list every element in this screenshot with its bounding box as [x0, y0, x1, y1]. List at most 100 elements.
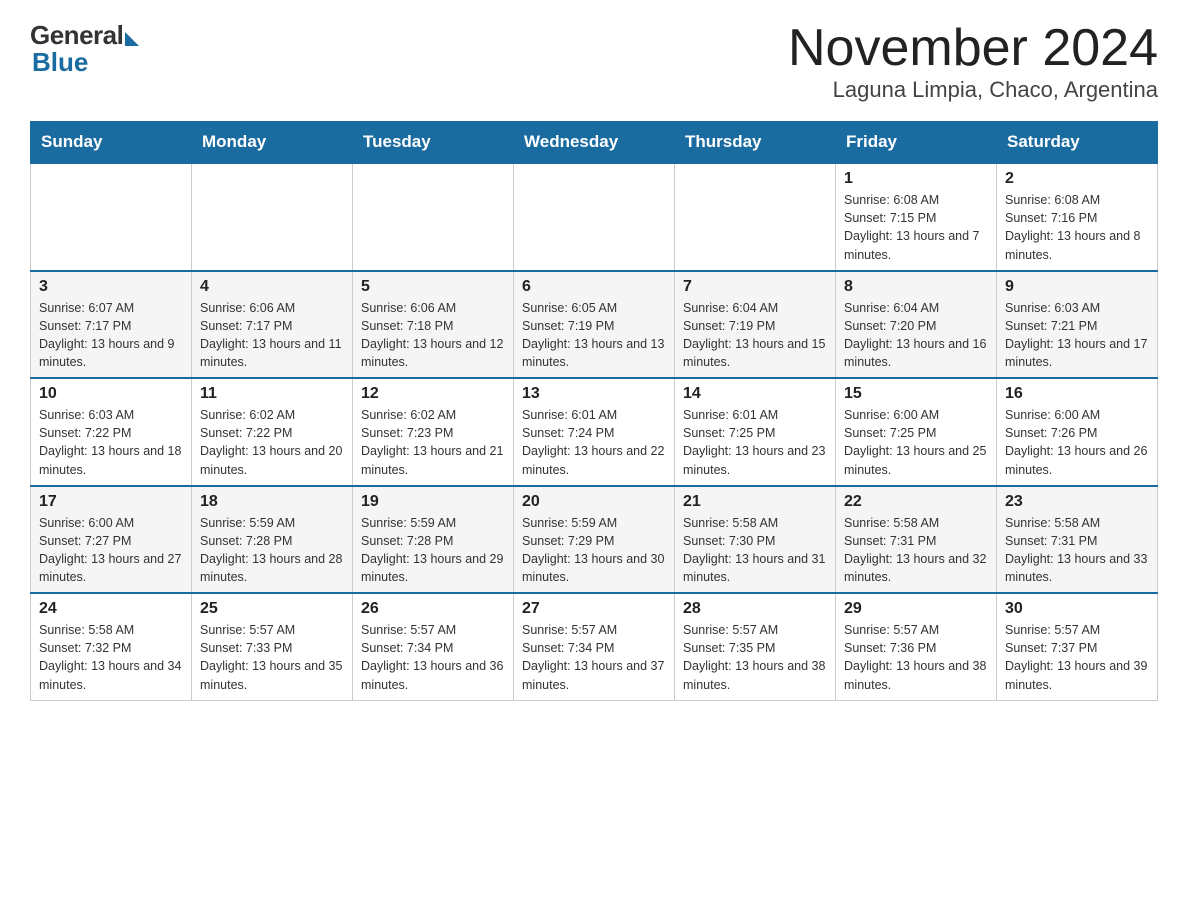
day-number: 9	[1005, 278, 1149, 296]
day-number: 26	[361, 600, 505, 618]
calendar-cell: 24Sunrise: 5:58 AM Sunset: 7:32 PM Dayli…	[31, 593, 192, 700]
day-number: 5	[361, 278, 505, 296]
day-info: Sunrise: 6:00 AM Sunset: 7:26 PM Dayligh…	[1005, 406, 1149, 479]
calendar-cell	[192, 163, 353, 271]
day-number: 7	[683, 278, 827, 296]
calendar-cell: 25 Sunrise: 5:57 AM Sunset: 7:33 PM Dayli…	[192, 593, 353, 700]
week-row-2: 3 Sunrise: 6:07 AM Sunset: 7:17 PM Daylig…	[31, 271, 1158, 379]
calendar-cell: 15 Sunrise: 6:00 AM Sunset: 7:25 PM Dayli…	[836, 378, 997, 486]
calendar-cell: 14 Sunrise: 6:01 AM Sunset: 7:25 PM Dayli…	[675, 378, 836, 486]
day-info: Sunrise: 6:01 AM Sunset: 7:24 PM Dayligh…	[522, 406, 666, 479]
calendar-cell: 23 Sunrise: 5:58 AM Sunset: 7:31 PM Dayli…	[997, 486, 1158, 594]
day-info: Sunrise: 6:08 AM Sunset: 7:15 PM Dayligh…	[844, 191, 988, 264]
logo-arrow-icon	[125, 32, 139, 46]
calendar-cell: 18Sunrise: 5:59 AM Sunset: 7:28 PM Dayli…	[192, 486, 353, 594]
week-row-3: 10Sunrise: 6:03 AM Sunset: 7:22 PM Dayli…	[31, 378, 1158, 486]
logo-blue-text: Blue	[32, 47, 88, 78]
calendar-cell	[675, 163, 836, 271]
day-info: Sunrise: 6:00 AM Sunset: 7:27 PM Dayligh…	[39, 514, 183, 587]
day-number: 24	[39, 600, 183, 618]
day-number: 25	[200, 600, 344, 618]
calendar-subtitle: Laguna Limpia, Chaco, Argentina	[788, 77, 1158, 103]
day-info: Sunrise: 6:00 AM Sunset: 7:25 PM Dayligh…	[844, 406, 988, 479]
calendar-cell: 8 Sunrise: 6:04 AM Sunset: 7:20 PM Daylig…	[836, 271, 997, 379]
week-row-4: 17 Sunrise: 6:00 AM Sunset: 7:27 PM Dayli…	[31, 486, 1158, 594]
day-number: 12	[361, 385, 505, 403]
day-number: 11	[200, 385, 344, 403]
calendar-cell: 17 Sunrise: 6:00 AM Sunset: 7:27 PM Dayli…	[31, 486, 192, 594]
day-info: Sunrise: 5:58 AM Sunset: 7:30 PM Dayligh…	[683, 514, 827, 587]
calendar-cell: 3 Sunrise: 6:07 AM Sunset: 7:17 PM Daylig…	[31, 271, 192, 379]
logo: General Blue	[30, 20, 139, 78]
day-number: 28	[683, 600, 827, 618]
day-number: 13	[522, 385, 666, 403]
day-number: 4	[200, 278, 344, 296]
calendar-cell: 20Sunrise: 5:59 AM Sunset: 7:29 PM Dayli…	[514, 486, 675, 594]
day-number: 2	[1005, 170, 1149, 188]
calendar-cell: 29 Sunrise: 5:57 AM Sunset: 7:36 PM Dayli…	[836, 593, 997, 700]
column-header-sunday: Sunday	[31, 122, 192, 164]
column-header-friday: Friday	[836, 122, 997, 164]
day-info: Sunrise: 6:01 AM Sunset: 7:25 PM Dayligh…	[683, 406, 827, 479]
day-info: Sunrise: 6:04 AM Sunset: 7:20 PM Dayligh…	[844, 299, 988, 372]
day-number: 14	[683, 385, 827, 403]
column-header-saturday: Saturday	[997, 122, 1158, 164]
day-info: Sunrise: 6:03 AM Sunset: 7:21 PM Dayligh…	[1005, 299, 1149, 372]
calendar-title: November 2024	[788, 20, 1158, 77]
day-info: Sunrise: 5:57 AM Sunset: 7:34 PM Dayligh…	[361, 621, 505, 694]
day-number: 1	[844, 170, 988, 188]
day-number: 6	[522, 278, 666, 296]
calendar-cell: 4 Sunrise: 6:06 AM Sunset: 7:17 PM Daylig…	[192, 271, 353, 379]
column-header-thursday: Thursday	[675, 122, 836, 164]
calendar-cell: 11 Sunrise: 6:02 AM Sunset: 7:22 PM Dayli…	[192, 378, 353, 486]
day-info: Sunrise: 6:05 AM Sunset: 7:19 PM Dayligh…	[522, 299, 666, 372]
calendar-header-row: SundayMondayTuesdayWednesdayThursdayFrid…	[31, 122, 1158, 164]
day-info: Sunrise: 5:57 AM Sunset: 7:33 PM Dayligh…	[200, 621, 344, 694]
calendar-cell: 10Sunrise: 6:03 AM Sunset: 7:22 PM Dayli…	[31, 378, 192, 486]
day-number: 29	[844, 600, 988, 618]
day-number: 30	[1005, 600, 1149, 618]
day-info: Sunrise: 5:57 AM Sunset: 7:36 PM Dayligh…	[844, 621, 988, 694]
day-number: 23	[1005, 493, 1149, 511]
calendar-cell: 26 Sunrise: 5:57 AM Sunset: 7:34 PM Dayli…	[353, 593, 514, 700]
day-info: Sunrise: 6:07 AM Sunset: 7:17 PM Dayligh…	[39, 299, 183, 372]
day-number: 10	[39, 385, 183, 403]
day-number: 15	[844, 385, 988, 403]
day-number: 3	[39, 278, 183, 296]
day-info: Sunrise: 6:02 AM Sunset: 7:22 PM Dayligh…	[200, 406, 344, 479]
calendar-cell	[353, 163, 514, 271]
calendar-cell: 13 Sunrise: 6:01 AM Sunset: 7:24 PM Dayli…	[514, 378, 675, 486]
day-info: Sunrise: 5:59 AM Sunset: 7:28 PM Dayligh…	[200, 514, 344, 587]
calendar-title-block: November 2024 Laguna Limpia, Chaco, Arge…	[788, 20, 1158, 103]
week-row-5: 24Sunrise: 5:58 AM Sunset: 7:32 PM Dayli…	[31, 593, 1158, 700]
day-info: Sunrise: 5:59 AM Sunset: 7:28 PM Dayligh…	[361, 514, 505, 587]
day-number: 17	[39, 493, 183, 511]
day-number: 16	[1005, 385, 1149, 403]
day-info: Sunrise: 5:58 AM Sunset: 7:31 PM Dayligh…	[1005, 514, 1149, 587]
day-number: 20	[522, 493, 666, 511]
calendar-cell: 9 Sunrise: 6:03 AM Sunset: 7:21 PM Daylig…	[997, 271, 1158, 379]
day-info: Sunrise: 5:57 AM Sunset: 7:35 PM Dayligh…	[683, 621, 827, 694]
day-info: Sunrise: 6:06 AM Sunset: 7:18 PM Dayligh…	[361, 299, 505, 372]
day-info: Sunrise: 6:06 AM Sunset: 7:17 PM Dayligh…	[200, 299, 344, 372]
day-info: Sunrise: 6:08 AM Sunset: 7:16 PM Dayligh…	[1005, 191, 1149, 264]
calendar-cell: 5 Sunrise: 6:06 AM Sunset: 7:18 PM Daylig…	[353, 271, 514, 379]
day-number: 19	[361, 493, 505, 511]
week-row-1: 1 Sunrise: 6:08 AM Sunset: 7:15 PM Daylig…	[31, 163, 1158, 271]
calendar-cell: 7 Sunrise: 6:04 AM Sunset: 7:19 PM Daylig…	[675, 271, 836, 379]
day-info: Sunrise: 6:02 AM Sunset: 7:23 PM Dayligh…	[361, 406, 505, 479]
day-info: Sunrise: 6:04 AM Sunset: 7:19 PM Dayligh…	[683, 299, 827, 372]
calendar-cell: 19 Sunrise: 5:59 AM Sunset: 7:28 PM Dayli…	[353, 486, 514, 594]
calendar-cell	[31, 163, 192, 271]
day-number: 8	[844, 278, 988, 296]
day-number: 27	[522, 600, 666, 618]
calendar-cell: 22Sunrise: 5:58 AM Sunset: 7:31 PM Dayli…	[836, 486, 997, 594]
calendar-cell: 12 Sunrise: 6:02 AM Sunset: 7:23 PM Dayli…	[353, 378, 514, 486]
column-header-tuesday: Tuesday	[353, 122, 514, 164]
calendar-cell: 27Sunrise: 5:57 AM Sunset: 7:34 PM Dayli…	[514, 593, 675, 700]
day-info: Sunrise: 5:57 AM Sunset: 7:37 PM Dayligh…	[1005, 621, 1149, 694]
calendar-cell: 21Sunrise: 5:58 AM Sunset: 7:30 PM Dayli…	[675, 486, 836, 594]
calendar-table: SundayMondayTuesdayWednesdayThursdayFrid…	[30, 121, 1158, 701]
page-header: General Blue November 2024 Laguna Limpia…	[30, 20, 1158, 103]
calendar-cell	[514, 163, 675, 271]
